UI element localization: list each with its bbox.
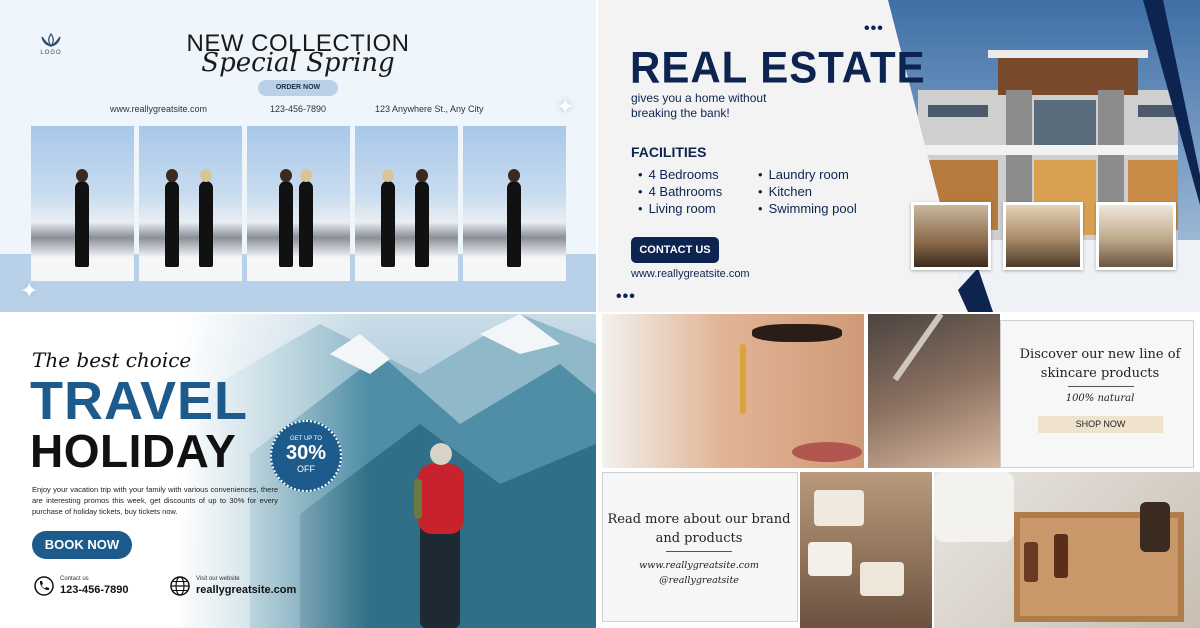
sparkle-icon: ✦ bbox=[20, 278, 39, 303]
facility-item: 4 Bedrooms bbox=[638, 166, 722, 183]
model-figure bbox=[507, 169, 521, 267]
real-estate-subtitle: gives you a home without breaking the ba… bbox=[631, 91, 767, 120]
jar-shape bbox=[860, 562, 904, 596]
collection-photo-2 bbox=[139, 126, 242, 281]
facility-item: Kitchen bbox=[758, 183, 857, 200]
travel-title: TRAVEL bbox=[30, 371, 248, 431]
model-figure bbox=[279, 169, 293, 267]
contact-caption: Contact us bbox=[60, 576, 89, 582]
collection-photo-1 bbox=[31, 126, 134, 281]
collection-address: 123 Anywhere St., Any City bbox=[375, 104, 484, 114]
model-figure bbox=[299, 169, 313, 267]
book-now-button[interactable]: BOOK NOW bbox=[32, 531, 132, 559]
real-estate-banner: ••• ••• REAL ESTATE gives you a home wit… bbox=[598, 0, 1200, 312]
shop-now-button[interactable]: SHOP NOW bbox=[1038, 416, 1163, 433]
website-caption: Visit our website bbox=[196, 576, 240, 582]
discount-badge: GET UP TO 30% OFF bbox=[270, 420, 342, 492]
bottle-shape bbox=[1140, 502, 1170, 552]
room-photo-1 bbox=[911, 202, 991, 270]
divider bbox=[666, 551, 732, 552]
contact-phone: 123-456-7890 bbox=[60, 584, 129, 596]
globe-icon bbox=[170, 576, 190, 596]
sparkle-icon: ✦ bbox=[556, 94, 575, 119]
room-photo-3 bbox=[1096, 202, 1176, 270]
badge-value: 30% bbox=[285, 442, 327, 464]
eye-shape bbox=[752, 324, 842, 342]
natural-text: 100% natural bbox=[1065, 393, 1135, 404]
travel-tagline: The best choice bbox=[32, 348, 192, 372]
divider bbox=[1068, 386, 1134, 387]
collection-photo-4 bbox=[355, 126, 458, 281]
discover-text: Discover our new line of skincare produc… bbox=[1019, 347, 1181, 381]
skincare-website: www.reallygreatsite.com @reallygreatsite bbox=[604, 558, 794, 588]
template-collage: LOGO NEW COLLECTION Special Spring ORDER… bbox=[0, 0, 1200, 628]
badge-bottom-text: OFF bbox=[297, 464, 315, 474]
model-figure bbox=[381, 169, 395, 267]
travel-holiday-banner: The best choice TRAVEL HOLIDAY Enjoy you… bbox=[0, 314, 596, 628]
tray-photo bbox=[934, 472, 1200, 628]
face-photo bbox=[602, 314, 864, 468]
real-estate-website[interactable]: www.reallygreatsite.com bbox=[631, 268, 750, 280]
new-collection-banner: LOGO NEW COLLECTION Special Spring ORDER… bbox=[0, 0, 596, 312]
skincare-banner: Discover our new line of skincare produc… bbox=[598, 314, 1200, 628]
decor-dots: ••• bbox=[616, 288, 636, 305]
collection-photo-3 bbox=[247, 126, 350, 281]
facility-item: Living room bbox=[638, 200, 722, 217]
bottle-shape bbox=[1054, 534, 1068, 578]
skincare-handle[interactable]: @reallygreatsite bbox=[604, 573, 794, 588]
facilities-heading: FACILITIES bbox=[631, 144, 707, 160]
facility-item: 4 Bathrooms bbox=[638, 183, 723, 200]
dropper-shape bbox=[892, 314, 944, 382]
facility-item: Swimming pool bbox=[758, 200, 857, 217]
collection-subtitle: Special Spring bbox=[201, 48, 395, 78]
facility-item: Laundry room bbox=[758, 166, 857, 183]
collection-photo-5 bbox=[463, 126, 566, 281]
order-now-button[interactable]: ORDER NOW bbox=[258, 80, 338, 96]
real-estate-title: REAL ESTATE bbox=[630, 42, 926, 93]
travel-website[interactable]: reallygreatsite.com bbox=[196, 584, 296, 596]
model-figure bbox=[165, 169, 179, 267]
read-more-text: Read more about our brand and products bbox=[607, 512, 791, 546]
model-figure bbox=[415, 169, 429, 267]
model-figure bbox=[75, 169, 89, 267]
facilities-list-right: Laundry room Kitchen Swimming pool bbox=[758, 166, 857, 217]
website-block: Visit our website reallygreatsite.com bbox=[170, 576, 296, 601]
phone-icon bbox=[34, 576, 54, 596]
contact-phone-block: Contact us 123-456-7890 bbox=[34, 576, 129, 601]
dropper-photo bbox=[868, 314, 1000, 468]
towel-shape bbox=[934, 472, 1014, 542]
jar-shape bbox=[808, 542, 852, 576]
jars-photo bbox=[800, 472, 932, 628]
bottle-shape bbox=[1024, 542, 1038, 582]
holiday-title: HOLIDAY bbox=[30, 425, 237, 477]
travel-description: Enjoy your vacation trip with your famil… bbox=[32, 485, 278, 516]
room-photo-2 bbox=[1003, 202, 1083, 270]
facilities-list-left: 4 Bedrooms 4 Bathrooms Living room bbox=[638, 166, 723, 217]
skincare-website-link[interactable]: www.reallygreatsite.com bbox=[604, 558, 794, 573]
model-figure bbox=[199, 169, 213, 267]
contact-us-button[interactable]: CONTACT US bbox=[631, 237, 719, 263]
collection-phone: 123-456-7890 bbox=[270, 104, 327, 114]
collection-website[interactable]: www.reallygreatsite.com bbox=[110, 104, 207, 114]
lips-shape bbox=[792, 442, 862, 462]
jar-shape bbox=[814, 490, 864, 526]
serum-drip bbox=[740, 344, 746, 414]
decor-dots: ••• bbox=[864, 20, 884, 37]
